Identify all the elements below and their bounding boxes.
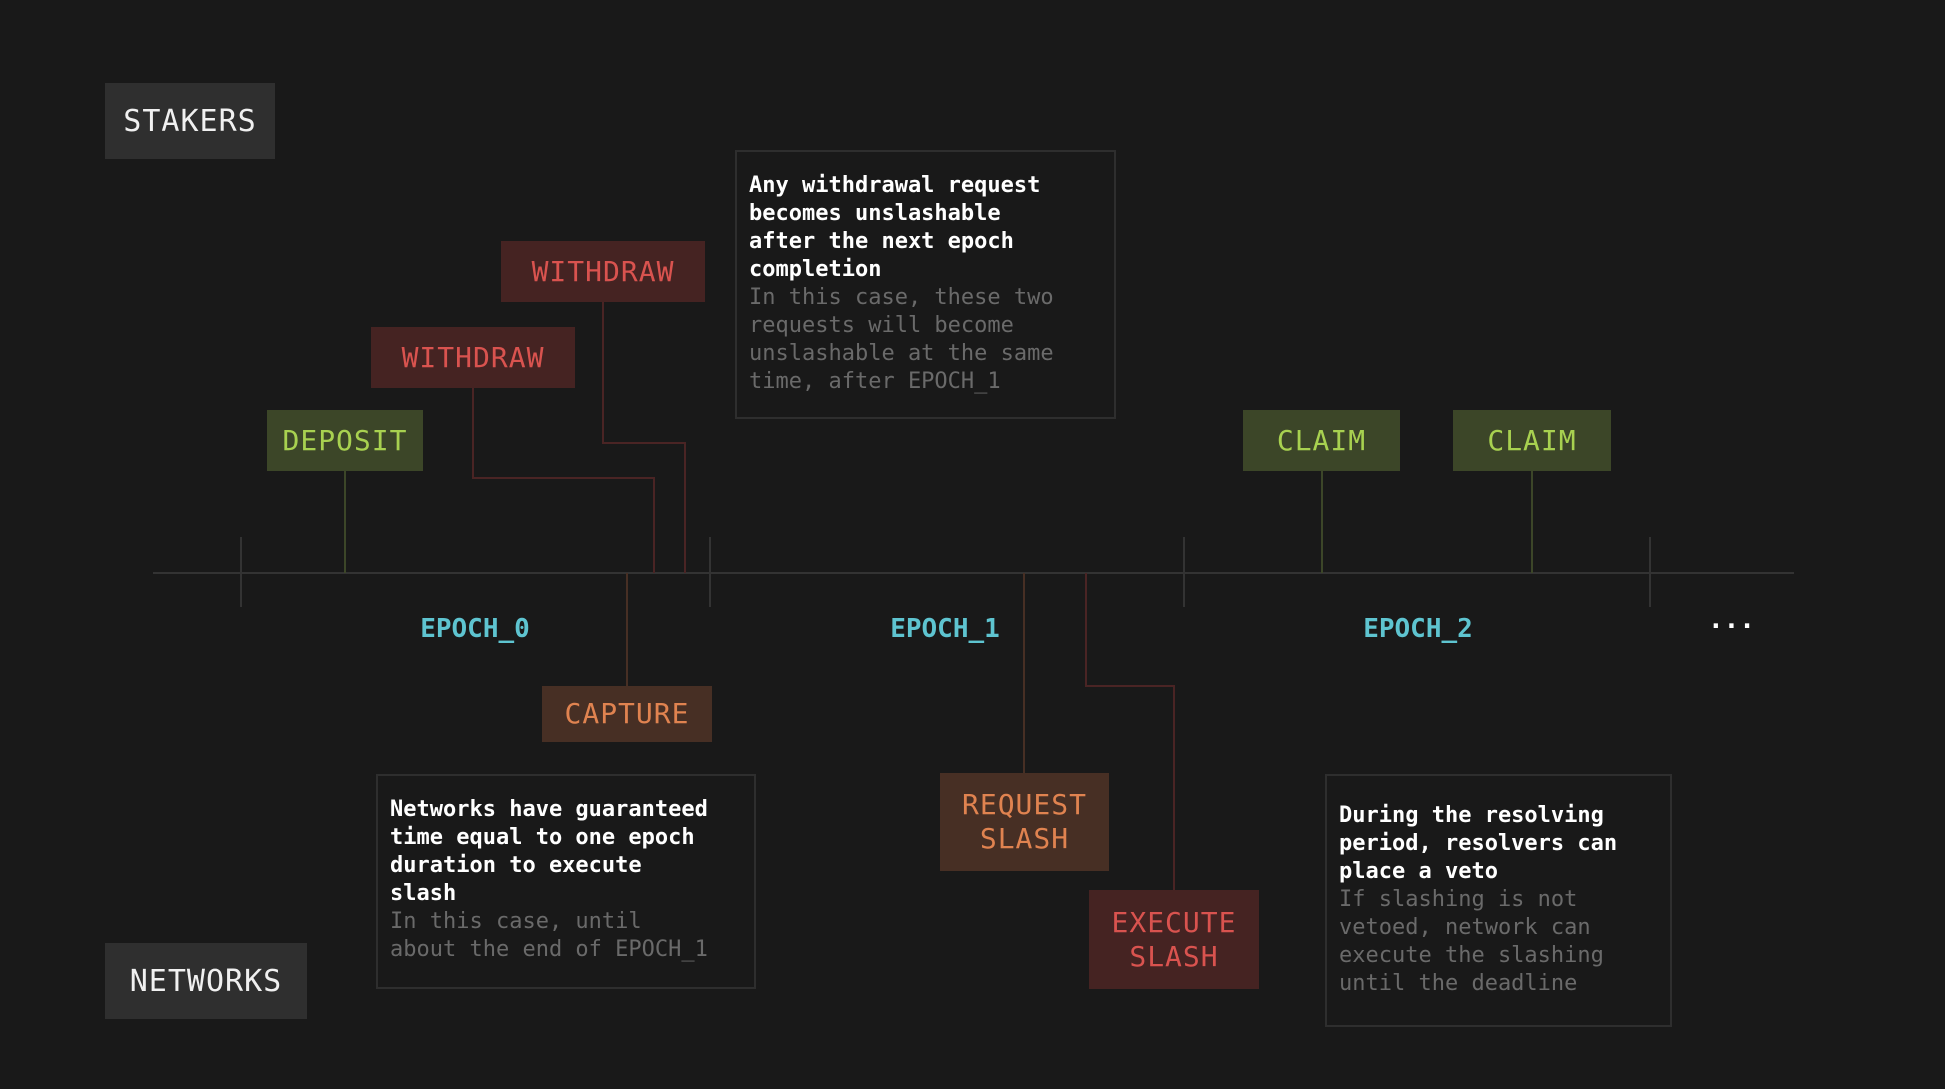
epoch-1-label: EPOCH_1 [890,614,1000,644]
withdraw-1-connector [472,388,655,573]
guarantee-note-detail: In this case, until about the end of EPO… [390,909,708,962]
guarantee-note-headline: Networks have guaranteed time equal to o… [390,797,708,906]
deposit-event: DEPOSIT [267,410,423,471]
veto-note: During the resolving period, resolvers c… [1325,774,1672,1027]
veto-note-detail: If slashing is not vetoed, network can e… [1339,887,1604,996]
epoch-0-label: EPOCH_0 [420,614,530,644]
withdrawal-note-headline: Any withdrawal request becomes unslashab… [749,173,1041,282]
withdrawal-note-detail: In this case, these two requests will be… [749,285,1054,394]
capture-event: CAPTURE [542,686,712,742]
withdraw-event-1: WITHDRAW [371,327,575,388]
epoch-2-label: EPOCH_2 [1363,614,1473,644]
veto-note-headline: During the resolving period, resolvers c… [1339,803,1618,884]
claim-event-1: CLAIM [1243,410,1400,471]
withdraw-event-2: WITHDRAW [501,241,705,302]
execute-slash-event: EXECUTE SLASH [1089,890,1259,989]
guarantee-note: Networks have guaranteed time equal to o… [376,774,756,989]
withdraw-2-connector [602,302,686,573]
stakers-label: STAKERS [105,83,275,159]
request-slash-event: REQUEST SLASH [940,773,1109,871]
networks-label: NETWORKS [105,943,307,1019]
withdrawal-note: Any withdrawal request becomes unslashab… [735,150,1116,419]
claim-event-2: CLAIM [1453,410,1611,471]
more-epochs-ellipsis: ... [1708,605,1755,635]
